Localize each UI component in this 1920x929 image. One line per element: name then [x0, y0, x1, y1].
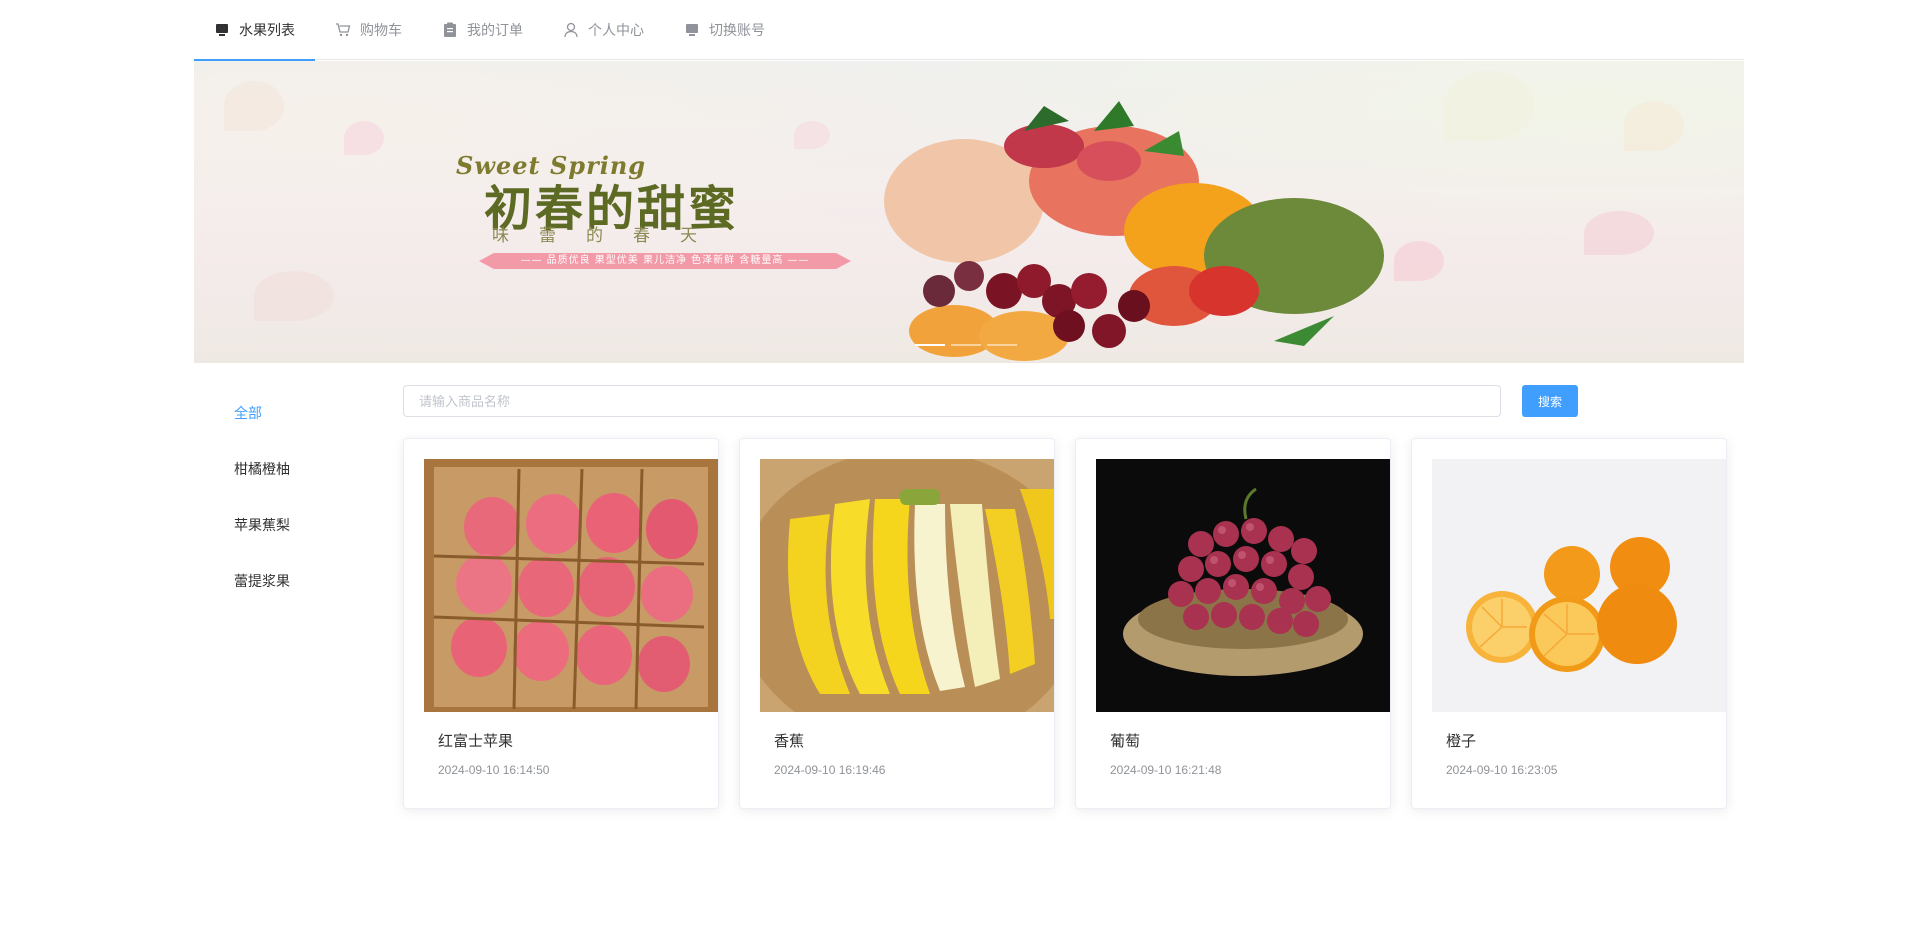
nav-label: 个人中心	[588, 23, 644, 39]
blossom-decoration	[794, 121, 830, 149]
product-card[interactable]: 香蕉 2024-09-10 16:19:46	[739, 438, 1055, 809]
nav-item-orders[interactable]: 我的订单	[422, 0, 543, 60]
product-time: 2024-09-10 16:14:50	[438, 763, 550, 777]
nav-label: 切换账号	[709, 23, 765, 39]
product-image-oranges[interactable]	[1432, 459, 1726, 712]
category-menu: 全部 柑橘橙柚 苹果蕉梨 蕾提浆果	[194, 386, 374, 610]
product-time: 2024-09-10 16:23:05	[1446, 763, 1558, 777]
product-image-grapes[interactable]	[1096, 459, 1390, 712]
top-nav: 水果列表 购物车 我的订单 个人中心 切换账号	[194, 0, 1744, 61]
product-time: 2024-09-10 16:19:46	[774, 763, 886, 777]
banner-subtitle: 味蕾的春天	[492, 226, 727, 246]
category-item-berries[interactable]: 蕾提浆果	[194, 554, 374, 610]
blossom-decoration	[1624, 101, 1684, 151]
nav-label: 我的订单	[467, 23, 523, 39]
nav-item-fruit-list[interactable]: 水果列表	[194, 0, 315, 61]
search-button[interactable]: 搜索	[1522, 385, 1578, 417]
product-card[interactable]: 红富士苹果 2024-09-10 16:14:50	[403, 438, 719, 809]
blossom-decoration	[1584, 211, 1654, 255]
product-card[interactable]: 橙子 2024-09-10 16:23:05	[1411, 438, 1727, 809]
nav-label: 水果列表	[239, 23, 295, 39]
product-name: 葡萄	[1110, 732, 1141, 750]
nav-item-switch-account[interactable]: 切换账号	[664, 0, 785, 60]
product-name: 橙子	[1446, 732, 1477, 750]
category-item-apple-banana-pear[interactable]: 苹果蕉梨	[194, 498, 374, 554]
search-input[interactable]	[403, 385, 1501, 417]
nav-item-profile[interactable]: 个人中心	[543, 0, 664, 60]
blossom-decoration	[1444, 71, 1534, 141]
category-item-all[interactable]: 全部	[194, 386, 374, 442]
product-card[interactable]: 葡萄 2024-09-10 16:21:48	[1075, 438, 1391, 809]
product-name: 红富士苹果	[438, 732, 514, 750]
cart-icon	[335, 22, 351, 38]
nav-item-cart[interactable]: 购物车	[315, 0, 422, 60]
blossom-decoration	[344, 121, 384, 155]
product-image-bananas[interactable]	[760, 459, 1054, 712]
blossom-decoration	[254, 271, 334, 321]
nav-label: 购物车	[360, 23, 402, 39]
carousel-dot[interactable]	[915, 344, 945, 346]
monitor-icon	[684, 22, 700, 38]
product-name: 香蕉	[774, 732, 805, 750]
fruit-pile-illustration	[884, 101, 1384, 361]
banner-carousel[interactable]: Sweet Spring 初春的甜蜜 味蕾的春天 —— 品质优良 果型优美 果儿…	[194, 61, 1744, 363]
user-icon	[563, 22, 579, 38]
product-time: 2024-09-10 16:21:48	[1110, 763, 1222, 777]
carousel-dot[interactable]	[951, 344, 981, 346]
carousel-indicators	[915, 344, 1017, 346]
banner-ribbon: —— 品质优良 果型优美 果儿洁净 色泽新鲜 含糖量高 ——	[479, 253, 851, 269]
clipboard-icon	[442, 22, 458, 38]
monitor-icon	[214, 22, 230, 38]
product-image-apples[interactable]	[424, 459, 718, 712]
category-item-citrus[interactable]: 柑橘橙柚	[194, 442, 374, 498]
carousel-dot[interactable]	[987, 344, 1017, 346]
blossom-decoration	[224, 81, 284, 131]
